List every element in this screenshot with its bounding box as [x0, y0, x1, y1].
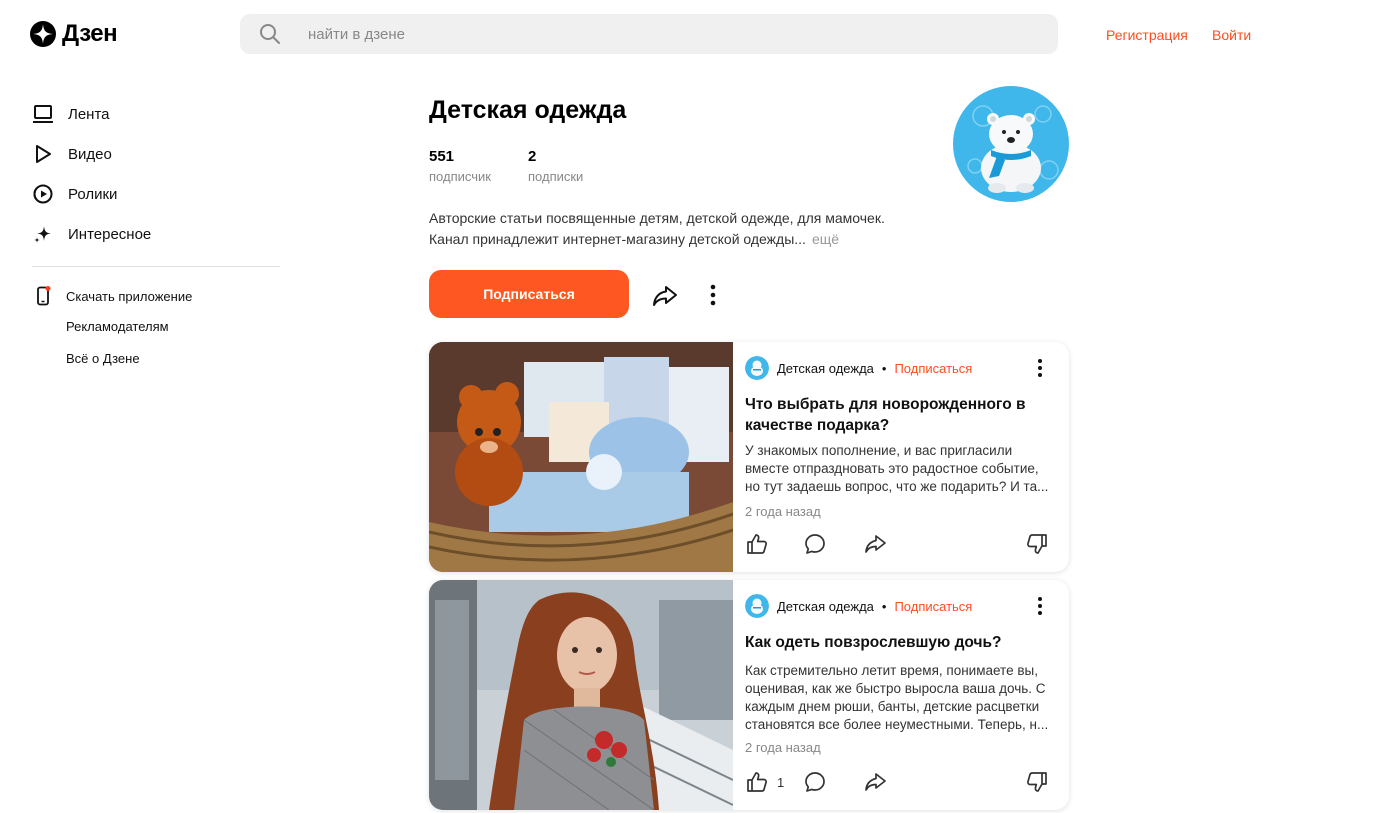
article-title[interactable]: Как одеть повзрослевшую дочь? — [745, 632, 1055, 653]
description-line: Канал принадлежит интернет-магазину детс… — [429, 231, 806, 247]
source-name[interactable]: Детская одежда — [777, 361, 874, 376]
sidebar-item-video[interactable]: Видео — [32, 143, 112, 165]
sidebar-item-label: Лента — [68, 105, 110, 123]
like-button[interactable] — [745, 532, 777, 556]
shorts-icon — [33, 184, 53, 204]
share-icon[interactable] — [650, 280, 680, 310]
card-menu-icon[interactable] — [1035, 596, 1045, 616]
subscriptions-stat[interactable]: 2 подписки — [528, 148, 583, 184]
search-input[interactable] — [308, 25, 908, 43]
subscribers-stat: 551 подписчик — [429, 148, 491, 184]
article-date: 2 года назад — [745, 504, 821, 519]
dislike-button[interactable] — [1025, 770, 1049, 794]
separator-dot: • — [881, 598, 887, 614]
share-icon — [865, 773, 886, 791]
card-actions: 1 — [745, 770, 1055, 796]
thumbs-up-icon — [747, 772, 767, 792]
sidebar-item-label: Ролики — [68, 185, 118, 203]
thumbs-up-icon — [747, 534, 767, 554]
sidebar-item-interesting[interactable]: Интересное — [32, 223, 151, 245]
sidebar-item-label: Видео — [68, 145, 112, 163]
card-share-button[interactable] — [863, 532, 887, 556]
search-icon — [260, 24, 280, 44]
channel-avatar-small[interactable] — [745, 594, 769, 618]
source-name[interactable]: Детская одежда — [777, 599, 874, 614]
channel-avatar-small[interactable] — [745, 356, 769, 380]
logo-text: Дзен — [62, 20, 118, 47]
advertisers-link[interactable]: Рекламодателям — [66, 319, 169, 334]
comment-icon — [805, 772, 825, 792]
sidebar-item-shorts[interactable]: Ролики — [32, 183, 117, 205]
polar-bear-icon — [953, 86, 1069, 202]
share-icon — [865, 535, 886, 553]
article-snippet: Как стремительно летит время, понимаете … — [745, 663, 1049, 732]
subscribers-count: 551 — [429, 148, 455, 165]
article-card[interactable]: Детская одежда • Подписаться Как одеть п… — [429, 580, 1069, 810]
zen-logo[interactable]: Дзен — [30, 20, 118, 48]
comment-button[interactable] — [803, 770, 827, 794]
comment-icon — [805, 534, 825, 554]
download-app-link[interactable]: Скачать приложение — [34, 286, 192, 306]
thumbs-down-icon — [1027, 534, 1047, 554]
article-card[interactable]: Детская одежда • Подписаться Что выбрать… — [429, 342, 1069, 572]
article-snippet: У знакомых пополнение, и вас пригласили … — [745, 443, 1049, 494]
article-title[interactable]: Что выбрать для новорожденного в качеств… — [745, 394, 1055, 436]
separator-dot: • — [881, 360, 887, 376]
subscribe-button[interactable]: Подписаться — [429, 270, 629, 318]
sidebar-divider — [32, 266, 280, 267]
article-source: Детская одежда • Подписаться — [745, 356, 972, 380]
login-link[interactable]: Войти — [1212, 27, 1251, 43]
channel-description: Авторские статьи посвященные детям, детс… — [429, 208, 929, 250]
more-link[interactable]: ещё — [812, 231, 839, 247]
like-button[interactable]: 1 — [745, 770, 784, 794]
play-icon — [36, 145, 51, 163]
channel-avatar — [953, 86, 1069, 202]
comment-button[interactable] — [803, 532, 827, 556]
more-options-icon[interactable] — [700, 280, 726, 310]
thumbs-down-icon — [1027, 772, 1047, 792]
zen-logo-icon — [30, 21, 56, 47]
sidebar-item-feed[interactable]: Лента — [32, 103, 110, 125]
like-count: 1 — [777, 774, 785, 790]
subscribers-label: подписчик — [429, 169, 491, 184]
dislike-button[interactable] — [1025, 532, 1049, 556]
sidebar-item-label: Интересное — [68, 225, 152, 243]
register-link[interactable]: Регистрация — [1106, 27, 1188, 43]
search-bar[interactable] — [240, 14, 1058, 54]
card-actions — [745, 532, 1055, 558]
article-image-gift-basket — [429, 342, 733, 572]
channel-title: Детская одежда — [429, 96, 627, 124]
card-menu-icon[interactable] — [1035, 358, 1045, 378]
card-subscribe-link[interactable]: Подписаться — [894, 599, 972, 614]
subscriptions-count: 2 — [528, 148, 537, 165]
article-image-girl — [429, 580, 733, 810]
about-zen-link[interactable]: Всё о Дзене — [66, 351, 140, 366]
subscriptions-label: подписки — [528, 169, 584, 184]
phone-icon — [37, 286, 51, 306]
article-date: 2 года назад — [745, 740, 821, 755]
card-share-button[interactable] — [863, 770, 887, 794]
sparkle-icon — [34, 226, 51, 243]
download-app-label: Скачать приложение — [66, 288, 193, 304]
article-source: Детская одежда • Подписаться — [745, 594, 972, 618]
feed-icon — [33, 105, 53, 123]
card-subscribe-link[interactable]: Подписаться — [894, 361, 972, 376]
description-line: Авторские статьи посвященные детям, детс… — [429, 210, 885, 226]
